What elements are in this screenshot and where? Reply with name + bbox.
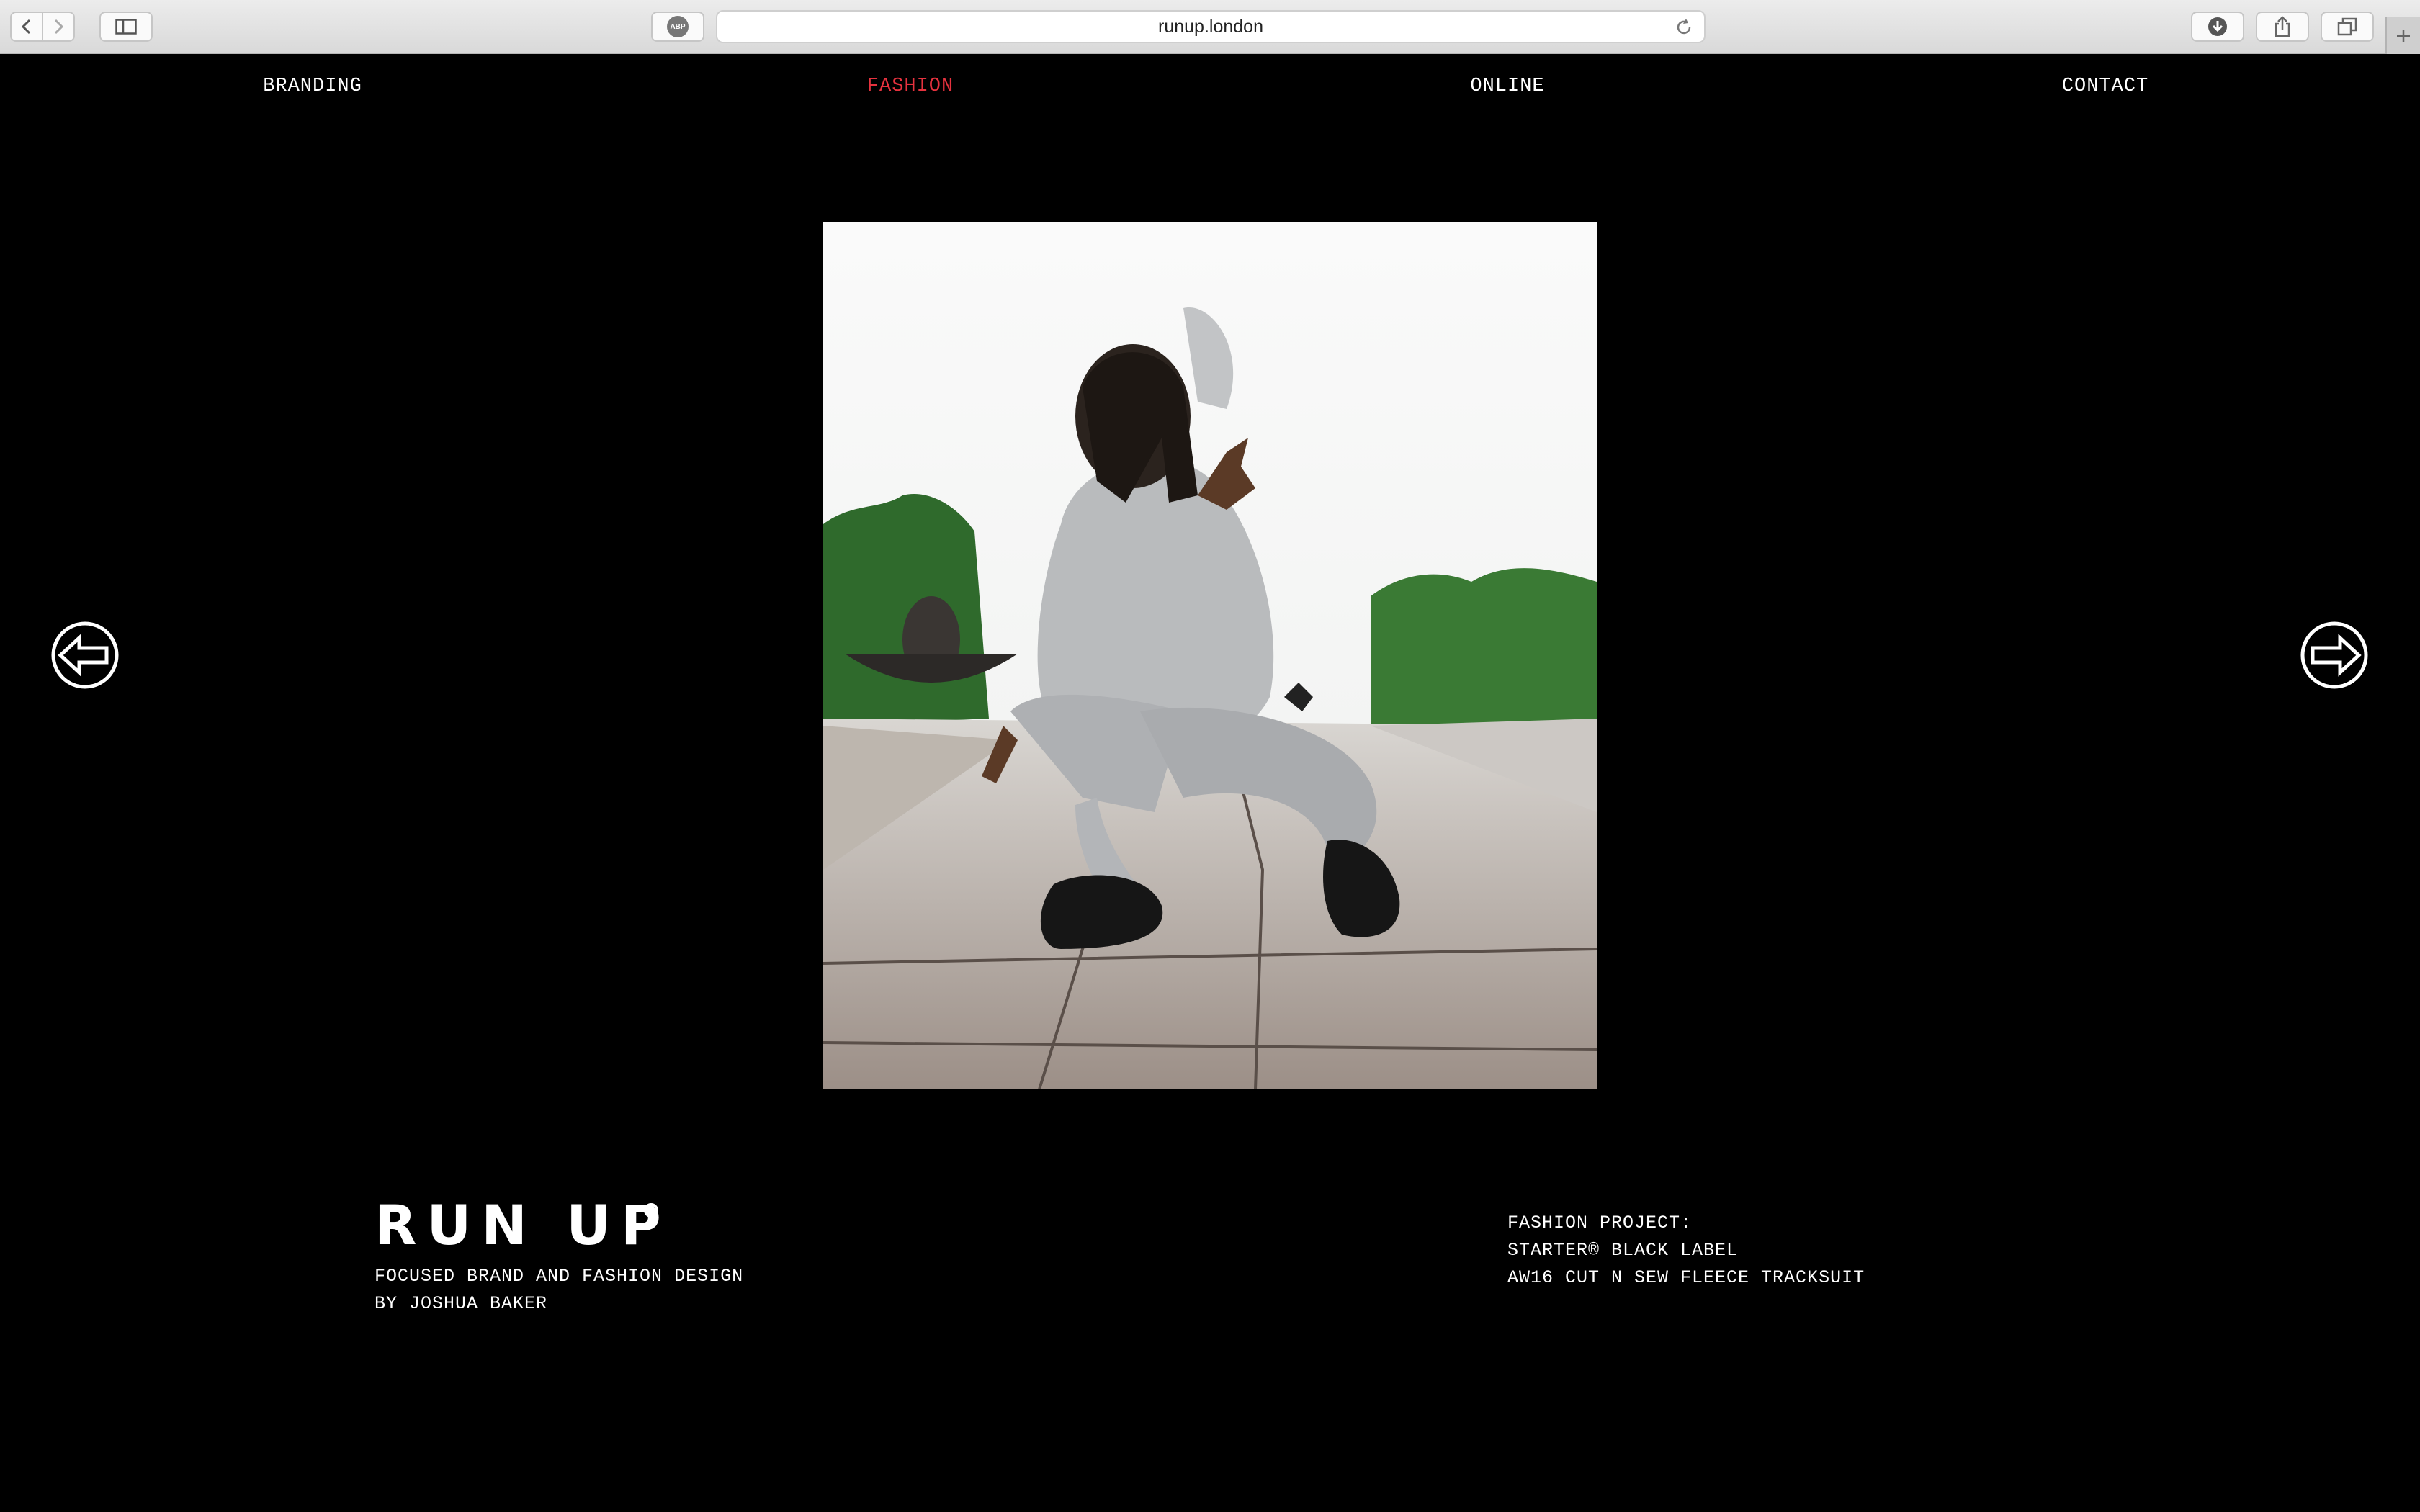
back-button[interactable] <box>10 12 43 42</box>
plus-icon <box>2397 29 2410 42</box>
back-arrow-icon <box>21 19 31 35</box>
url-text: runup.london <box>1158 16 1263 37</box>
site-logo[interactable]: RUN UP <box>375 1197 671 1254</box>
tracksuit-model-illustration <box>823 222 1597 1089</box>
nav-online[interactable]: ONLINE <box>1470 72 1544 101</box>
tabs-button[interactable] <box>2321 12 2374 42</box>
project-heading: FASHION PROJECT: <box>1507 1212 1693 1233</box>
reload-icon[interactable] <box>1674 17 1694 37</box>
nav-contact[interactable]: CONTACT <box>2062 72 2148 101</box>
tagline-line: FOCUSED BRAND AND FASHION DESIGN <box>375 1266 744 1287</box>
adblock-button[interactable]: ABP <box>651 12 704 42</box>
logo-mark-icon <box>644 1203 658 1218</box>
tagline-line: BY JOSHUA BAKER <box>375 1293 548 1314</box>
prev-slide-button[interactable] <box>50 621 120 690</box>
address-bar[interactable]: runup.london <box>716 10 1706 43</box>
tagline: FOCUSED BRAND AND FASHION DESIGN BY JOSH… <box>375 1263 743 1318</box>
download-icon <box>2208 17 2227 36</box>
project-details: FASHION PROJECT: STARTER® BLACK LABEL AW… <box>1507 1210 1865 1292</box>
share-button[interactable] <box>2256 12 2309 42</box>
nav-branding[interactable]: BRANDING <box>263 72 362 101</box>
next-slide-button[interactable] <box>2300 621 2369 690</box>
left-arrow-circle-icon <box>51 621 119 689</box>
project-title: AW16 CUT N SEW FLEECE TRACKSUIT <box>1507 1267 1865 1288</box>
downloads-button[interactable] <box>2191 12 2244 42</box>
right-arrow-circle-icon <box>2300 621 2368 689</box>
nav-fashion[interactable]: FASHION <box>867 72 954 101</box>
new-tab-button[interactable] <box>2385 17 2420 54</box>
browser-toolbar: ABP runup.london <box>0 0 2420 54</box>
fashion-photo <box>823 222 1597 1089</box>
logo-text: RUN UP <box>375 1193 671 1257</box>
sidebar-button[interactable] <box>99 12 153 42</box>
forward-button[interactable] <box>42 12 75 42</box>
forward-arrow-icon <box>54 19 64 35</box>
sidebar-icon <box>115 19 137 35</box>
adblock-icon: ABP <box>667 16 689 37</box>
tabs-icon <box>2337 17 2357 36</box>
share-icon <box>2275 16 2290 37</box>
project-client: STARTER® BLACK LABEL <box>1507 1240 1739 1261</box>
